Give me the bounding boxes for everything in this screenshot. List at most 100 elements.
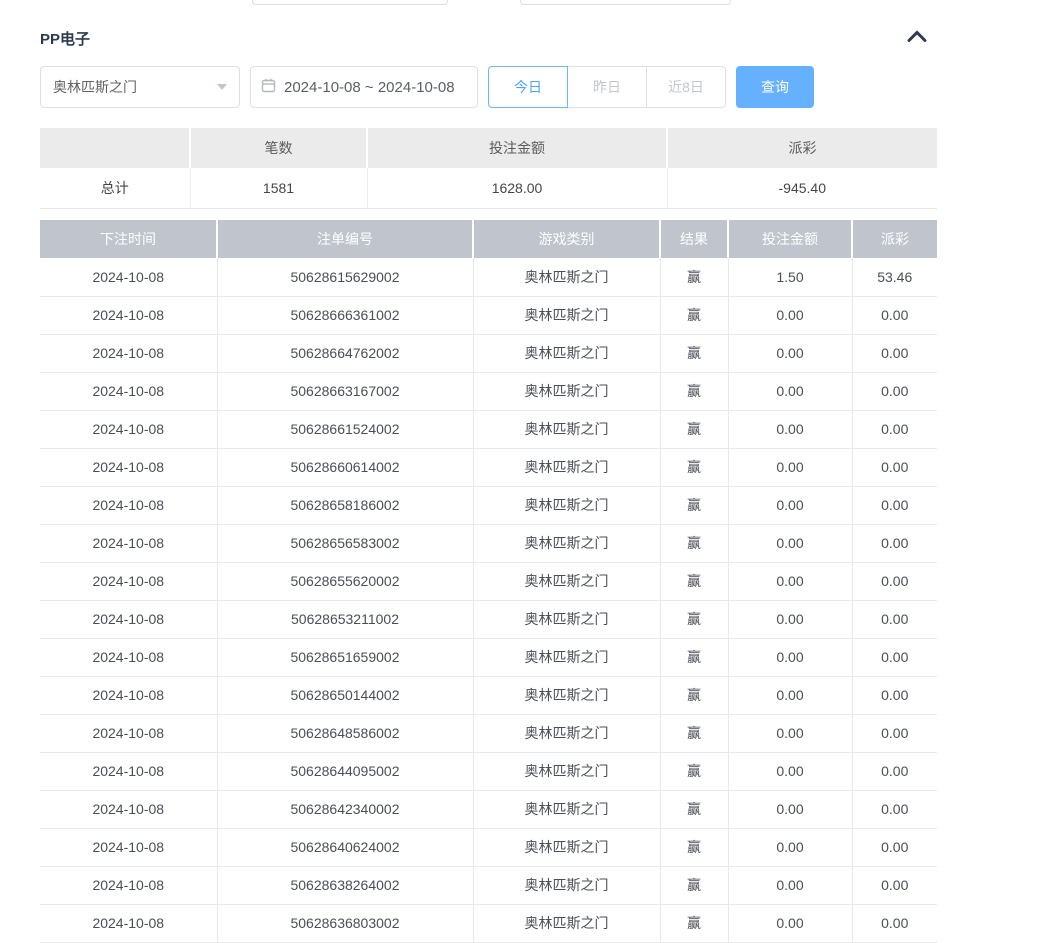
cell-bet-amount: 0.00 [728,866,852,904]
quick-range-button-昨日[interactable]: 昨日 [567,66,647,108]
table-row: 2024-10-0850628648586002奥林匹斯之门赢0.000.00 [40,714,937,752]
cell-payout: 0.00 [852,790,937,828]
cell-result: 赢 [660,714,728,752]
cell-bet-time: 2024-10-08 [40,334,217,372]
cell-result: 赢 [660,790,728,828]
cell-bet-time: 2024-10-08 [40,828,217,866]
table-row: 2024-10-0850628651659002奥林匹斯之门赢0.000.00 [40,638,937,676]
cell-result: 赢 [660,258,728,296]
cell-bet-number: 50628640624002 [217,828,473,866]
table-row: 2024-10-0850628650144002奥林匹斯之门赢0.000.00 [40,676,937,714]
cell-bet-amount: 0.00 [728,372,852,410]
cell-result: 赢 [660,296,728,334]
cell-result: 赢 [660,904,728,942]
cell-bet-time: 2024-10-08 [40,714,217,752]
cell-payout: 0.00 [852,486,937,524]
cell-result: 赢 [660,752,728,790]
cell-bet-number: 50628660614002 [217,448,473,486]
summary-total-payout: -945.40 [667,168,937,208]
quick-range-button-今日[interactable]: 今日 [488,66,568,108]
header-payout: 派彩 [852,220,937,258]
cell-bet-number: 50628638264002 [217,866,473,904]
cell-game-category: 奥林匹斯之门 [473,448,660,486]
table-row: 2024-10-0850628640624002奥林匹斯之门赢0.000.00 [40,828,937,866]
cell-bet-time: 2024-10-08 [40,790,217,828]
cell-bet-time: 2024-10-08 [40,752,217,790]
calendar-icon [261,78,276,97]
summary-header-payout: 派彩 [667,128,937,168]
cell-game-category: 奥林匹斯之门 [473,524,660,562]
cell-game-category: 奥林匹斯之门 [473,486,660,524]
cell-game-category: 奥林匹斯之门 [473,410,660,448]
header-bet-time: 下注时间 [40,220,217,258]
summary-total-row: 总计 1581 1628.00 -945.40 [40,168,937,208]
cell-bet-time: 2024-10-08 [40,676,217,714]
date-range-value: 2024-10-08 ~ 2024-10-08 [284,79,455,96]
cell-bet-time: 2024-10-08 [40,904,217,942]
collapse-section-button[interactable] [901,26,933,48]
summary-total-bet-amount: 1628.00 [367,168,667,208]
table-row: 2024-10-0850628656583002奥林匹斯之门赢0.000.00 [40,524,937,562]
table-row: 2024-10-0850628655620002奥林匹斯之门赢0.000.00 [40,562,937,600]
cell-bet-number: 50628661524002 [217,410,473,448]
summary-table: 笔数 投注金额 派彩 总计 1581 1628.00 -945.40 [40,128,937,209]
header-result: 结果 [660,220,728,258]
cell-game-category: 奥林匹斯之门 [473,866,660,904]
cell-bet-number: 50628655620002 [217,562,473,600]
cell-game-category: 奥林匹斯之门 [473,638,660,676]
cell-game-category: 奥林匹斯之门 [473,258,660,296]
game-select[interactable]: 奥林匹斯之门 [40,66,240,108]
quick-range-group: 今日昨日近8日 [488,66,726,108]
cell-bet-amount: 0.00 [728,600,852,638]
table-row: 2024-10-0850628658186002奥林匹斯之门赢0.000.00 [40,486,937,524]
cell-result: 赢 [660,334,728,372]
cell-bet-amount: 0.00 [728,296,852,334]
cell-game-category: 奥林匹斯之门 [473,296,660,334]
table-row: 2024-10-0850628642340002奥林匹斯之门赢0.000.00 [40,790,937,828]
cell-bet-number: 50628642340002 [217,790,473,828]
cell-game-category: 奥林匹斯之门 [473,828,660,866]
table-row: 2024-10-0850628666361002奥林匹斯之门赢0.000.00 [40,296,937,334]
cell-bet-amount: 0.00 [728,904,852,942]
query-button[interactable]: 查询 [736,66,814,108]
date-range-input[interactable]: 2024-10-08 ~ 2024-10-08 [250,66,478,108]
table-row: 2024-10-0850628638264002奥林匹斯之门赢0.000.00 [40,866,937,904]
cell-bet-number: 50628656583002 [217,524,473,562]
cell-bet-time: 2024-10-08 [40,600,217,638]
cell-result: 赢 [660,562,728,600]
quick-range-button-近8日[interactable]: 近8日 [646,66,726,108]
cell-result: 赢 [660,600,728,638]
table-row: 2024-10-0850628615629002奥林匹斯之门赢1.5053.46 [40,258,937,296]
cell-bet-amount: 0.00 [728,790,852,828]
cell-bet-time: 2024-10-08 [40,562,217,600]
detail-header-row: 下注时间 注单编号 游戏类别 结果 投注金额 派彩 [40,220,937,258]
cell-bet-time: 2024-10-08 [40,372,217,410]
cell-bet-number: 50628653211002 [217,600,473,638]
header-game-category: 游戏类别 [473,220,660,258]
cell-result: 赢 [660,676,728,714]
cell-payout: 0.00 [852,866,937,904]
table-row: 2024-10-0850628636803002奥林匹斯之门赢0.000.00 [40,904,937,942]
section-title: PP电子 [40,28,90,49]
cell-payout: 0.00 [852,676,937,714]
cell-game-category: 奥林匹斯之门 [473,334,660,372]
header-bet-number: 注单编号 [217,220,473,258]
table-row: 2024-10-0850628661524002奥林匹斯之门赢0.000.00 [40,410,937,448]
cell-payout: 0.00 [852,752,937,790]
cell-bet-number: 50628650144002 [217,676,473,714]
cutoff-input-top-left[interactable] [252,0,448,5]
cell-payout: 0.00 [852,562,937,600]
cell-bet-amount: 0.00 [728,714,852,752]
chevron-down-icon [217,84,227,90]
cell-bet-number: 50628648586002 [217,714,473,752]
cell-game-category: 奥林匹斯之门 [473,752,660,790]
cell-game-category: 奥林匹斯之门 [473,372,660,410]
cell-bet-time: 2024-10-08 [40,866,217,904]
cell-payout: 0.00 [852,524,937,562]
cell-result: 赢 [660,448,728,486]
table-row: 2024-10-0850628660614002奥林匹斯之门赢0.000.00 [40,448,937,486]
header-bet-amount: 投注金额 [728,220,852,258]
cell-bet-time: 2024-10-08 [40,258,217,296]
cutoff-input-top-right[interactable] [520,0,731,5]
cell-payout: 0.00 [852,638,937,676]
